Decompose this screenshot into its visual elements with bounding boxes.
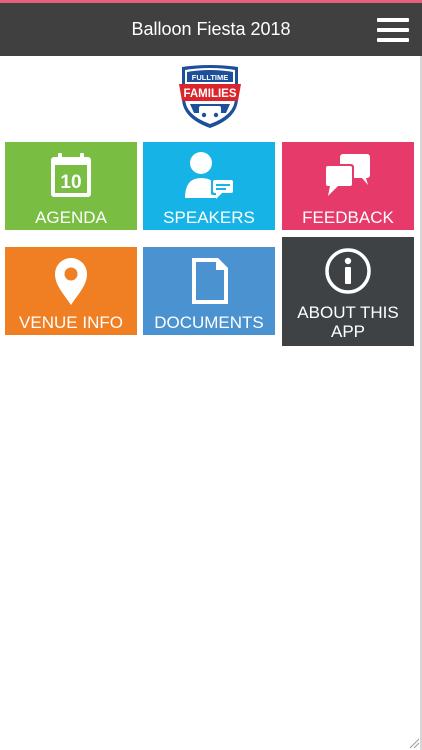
tile-feedback[interactable]: FEEDBACK — [282, 142, 414, 230]
document-icon — [192, 258, 228, 304]
resize-handle-icon[interactable] — [409, 738, 420, 749]
map-pin-icon — [55, 258, 87, 305]
tile-speakers-label: SPEAKERS — [163, 208, 255, 227]
tile-venue-info-label: VENUE INFO — [19, 313, 123, 332]
logo-main-text: FAMILIES — [183, 88, 236, 100]
tile-documents-label: DOCUMENTS — [154, 313, 264, 332]
page-title: Balloon Fiesta 2018 — [131, 19, 291, 39]
tile-agenda-label: AGENDA — [35, 208, 107, 227]
tile-venue-info[interactable]: VENUE INFO — [5, 247, 137, 335]
info-circle-icon — [325, 248, 371, 294]
speech-bubbles-icon — [324, 154, 370, 196]
app-header: Balloon Fiesta 2018 — [0, 3, 422, 56]
fulltime-families-logo: FULLTIME FAMILIES — [179, 65, 241, 128]
tile-about-this-app-label: ABOUT THIS APP — [297, 303, 399, 341]
hamburger-menu-icon[interactable] — [377, 18, 409, 42]
tile-feedback-label: FEEDBACK — [302, 208, 394, 227]
logo-top-text: FULLTIME — [192, 73, 229, 82]
tile-agenda[interactable]: 10 AGENDA — [5, 142, 137, 230]
calendar-icon: 10 — [51, 153, 91, 197]
calendar-day: 10 — [60, 172, 81, 193]
tile-documents[interactable]: DOCUMENTS — [143, 247, 275, 335]
tile-about-this-app[interactable]: ABOUT THIS APP — [282, 237, 414, 346]
speaker-chat-icon — [185, 152, 235, 199]
tile-speakers[interactable]: SPEAKERS — [143, 142, 275, 230]
